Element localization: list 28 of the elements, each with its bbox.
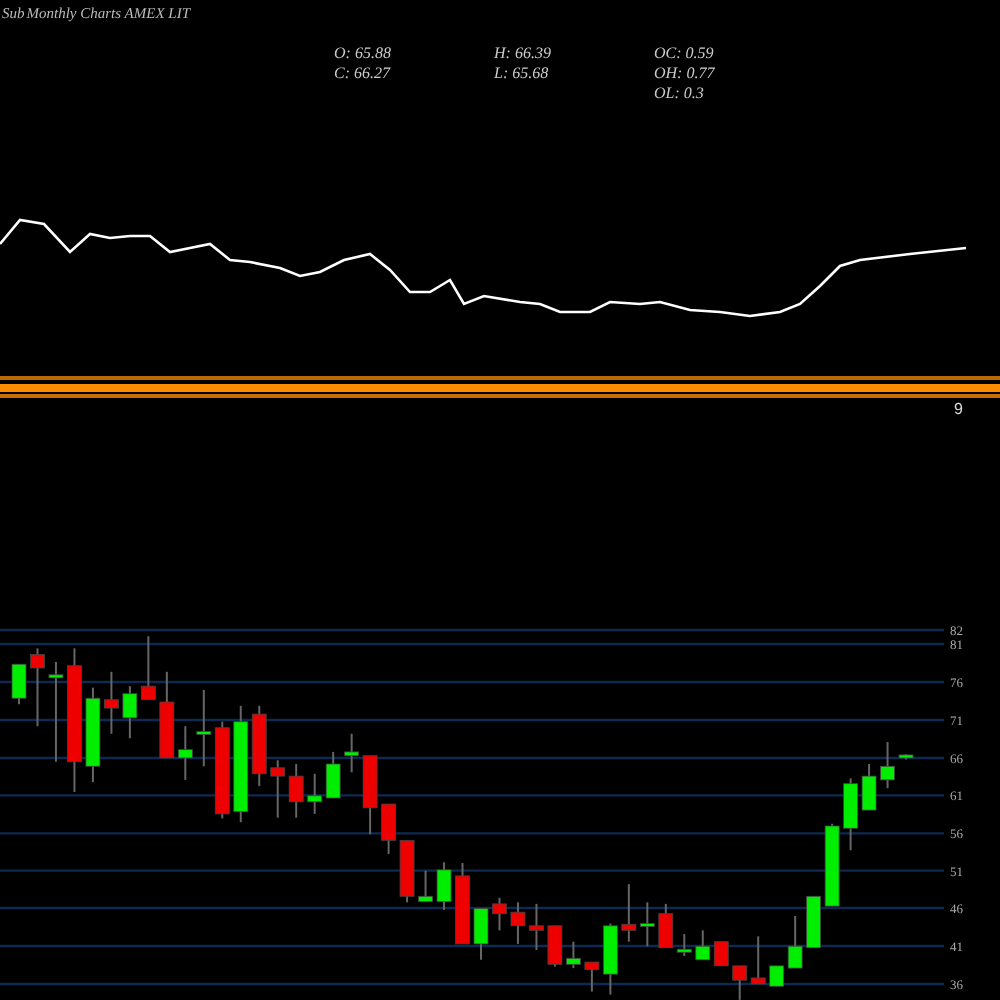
candlestick: [898, 753, 914, 761]
candlestick: [566, 940, 581, 970]
candlestick: [11, 663, 27, 706]
candlestick: [492, 896, 507, 932]
candlestick: [48, 660, 64, 763]
candlestick: [85, 686, 101, 784]
price-stat: OH: 0.77: [654, 64, 715, 84]
candlestick: [510, 901, 526, 945]
candlestick: [30, 647, 45, 728]
candlestick: [381, 803, 396, 855]
band-label: 9: [954, 400, 963, 418]
candlestick: [861, 763, 877, 812]
price-stat: C: 66.27: [334, 64, 390, 84]
price-stat: H: 66.39: [494, 44, 551, 64]
price-stat: O: 65.88: [334, 44, 391, 64]
candlestick: [880, 741, 895, 790]
price-stat: OC: 0.59: [654, 44, 714, 64]
candlestick: [843, 777, 858, 852]
candlestick: [529, 902, 544, 951]
candlestick: [399, 839, 415, 904]
candlestick: [455, 862, 470, 945]
candlestick: [473, 907, 489, 961]
candlestick: [104, 670, 119, 735]
price-stat: OL: 0.3: [654, 84, 704, 104]
candlestick: [547, 924, 563, 968]
price-stat: L: 65.68: [494, 64, 549, 84]
candlestick: [436, 861, 452, 911]
candlestick: [418, 869, 433, 903]
